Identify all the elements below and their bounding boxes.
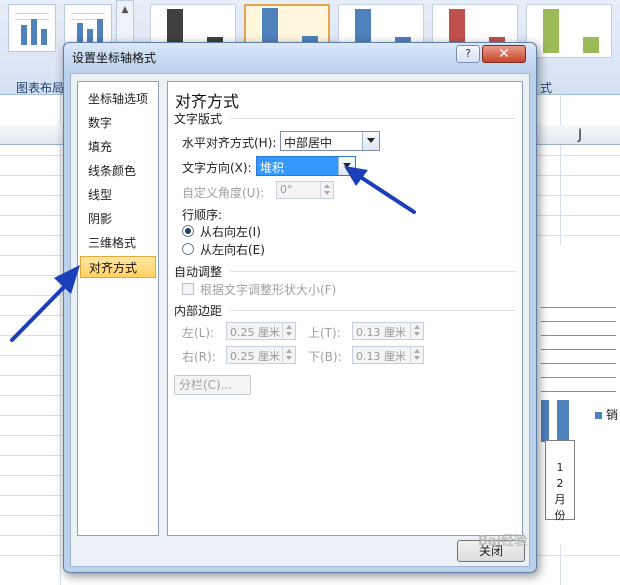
text-direction-value: 堆积 <box>260 161 285 175</box>
category-axis-label: 1 2 月 份 <box>554 461 566 522</box>
legend-swatch <box>595 412 602 419</box>
nav-item-number[interactable]: 数字 <box>80 112 156 134</box>
dialog-titlebar[interactable]: 设置坐标轴格式 ? ✕ <box>64 43 536 69</box>
left-margin-label: 左(L): <box>182 326 215 340</box>
chart-bar <box>557 400 569 442</box>
custom-angle-label: 自定义角度(U): <box>182 186 265 200</box>
chart-layout-thumb-1[interactable] <box>8 4 56 52</box>
resize-shape-label: 根据文字调整形状大小(F) <box>200 283 337 297</box>
column-header-j[interactable]: J <box>578 127 582 143</box>
chart-layouts-group-label: 图表布局 <box>16 81 65 95</box>
close-icon[interactable]: ✕ <box>482 45 526 63</box>
custom-angle-spinner[interactable]: 0° <box>276 181 334 199</box>
chart-styles-group-label: 式 <box>540 81 553 95</box>
top-margin-value: 0.13 厘米 <box>356 326 406 339</box>
help-button[interactable]: ? <box>456 45 480 63</box>
rtl-radio[interactable] <box>182 225 194 237</box>
nav-item-shadow[interactable]: 阴影 <box>80 208 156 230</box>
nav-item-axis-options[interactable]: 坐标轴选项 <box>80 88 156 110</box>
nav-item-fill[interactable]: 填充 <box>80 136 156 158</box>
top-margin-label: 上(T): <box>308 326 341 340</box>
ltr-label[interactable]: 从左向右(E) <box>200 241 265 258</box>
top-margin-spinner[interactable]: 0.13 厘米 <box>352 322 424 340</box>
chevron-down-icon[interactable] <box>338 157 355 175</box>
autofit-section-label: 自动调整 <box>174 265 223 279</box>
columns-button[interactable]: 分栏(C)... <box>174 375 251 395</box>
nav-item-line-style[interactable]: 线型 <box>80 184 156 206</box>
section-divider <box>230 310 516 311</box>
bottom-margin-label: 下(B): <box>308 350 342 364</box>
left-margin-spinner[interactable]: 0.25 厘米 <box>226 322 296 340</box>
text-layout-section-label: 文字版式 <box>174 112 223 126</box>
right-margin-spinner[interactable]: 0.25 厘米 <box>226 346 296 364</box>
nav-item-line-color[interactable]: 线条颜色 <box>80 160 156 182</box>
row-order-label: 行顺序: <box>182 208 223 222</box>
section-divider <box>230 271 516 272</box>
alignment-panel: 对齐方式 文字版式 水平对齐方式(H): 中部居中 文字方向(X): 堆积 自定… <box>167 81 523 536</box>
horizontal-align-label: 水平对齐方式(H): <box>182 136 277 150</box>
internal-margin-section-label: 内部边距 <box>174 304 223 318</box>
right-margin-value: 0.25 厘米 <box>230 350 280 363</box>
resize-shape-checkbox[interactable] <box>182 283 194 295</box>
nav-item-3d-format[interactable]: 三维格式 <box>80 232 156 254</box>
bottom-margin-spinner[interactable]: 0.13 厘米 <box>352 346 424 364</box>
chart-style-tile-5[interactable] <box>526 4 612 58</box>
text-direction-label: 文字方向(X): <box>182 161 252 175</box>
background-chart[interactable] <box>530 245 620 545</box>
left-margin-value: 0.25 厘米 <box>230 326 280 339</box>
section-divider <box>230 118 516 119</box>
horizontal-align-select[interactable]: 中部居中 <box>280 131 380 151</box>
right-margin-label: 右(R): <box>182 350 216 364</box>
ltr-radio[interactable] <box>182 243 194 255</box>
nav-item-alignment[interactable]: 对齐方式 <box>80 256 156 278</box>
rtl-label[interactable]: 从右向左(I) <box>200 223 261 240</box>
dialog-title: 设置坐标轴格式 <box>72 51 157 65</box>
panel-title: 对齐方式 <box>175 92 240 111</box>
chevron-down-icon[interactable] <box>362 132 379 150</box>
horizontal-align-value: 中部居中 <box>284 136 333 150</box>
chart-bar <box>541 400 549 442</box>
custom-angle-value: 0° <box>280 183 293 196</box>
format-axis-dialog: 设置坐标轴格式 ? ✕ 坐标轴选项 数字 填充 线条颜色 线型 阴影 三维格式 … <box>63 42 537 573</box>
bottom-margin-value: 0.13 厘米 <box>356 350 406 363</box>
legend-label: 销 <box>606 408 619 422</box>
text-direction-select[interactable]: 堆积 <box>256 156 356 176</box>
category-list: 坐标轴选项 数字 填充 线条颜色 线型 阴影 三维格式 对齐方式 <box>77 81 159 536</box>
dialog-body: 坐标轴选项 数字 填充 线条颜色 线型 阴影 三维格式 对齐方式 对齐方式 文字… <box>70 73 530 567</box>
watermark: Bai经验 <box>478 534 528 549</box>
